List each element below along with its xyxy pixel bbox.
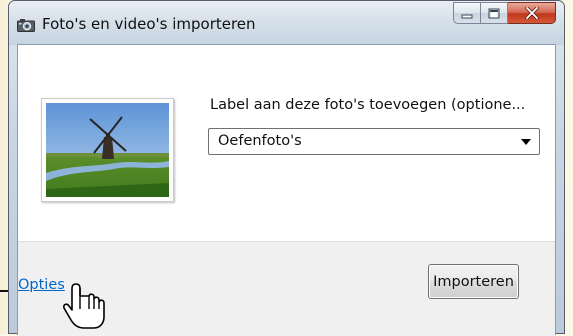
chevron-down-icon[interactable] <box>521 139 531 145</box>
options-link[interactable]: Opties <box>18 277 65 293</box>
maximize-icon <box>488 4 500 23</box>
maximize-button[interactable] <box>481 2 508 24</box>
window-controls <box>453 2 556 24</box>
windmill-photo-thumbnail <box>41 98 174 202</box>
import-button[interactable]: Importeren <box>428 264 519 299</box>
camera-icon <box>17 17 35 32</box>
windmill-photo <box>46 103 169 197</box>
title-bar[interactable]: Foto's en video's importeren <box>9 1 564 45</box>
minimize-button[interactable] <box>453 2 481 24</box>
minimize-icon <box>461 4 473 23</box>
close-button[interactable] <box>508 2 556 24</box>
window-title: Foto's en video's importeren <box>42 15 256 33</box>
tag-combobox[interactable]: Oefenfoto's <box>208 128 540 155</box>
label-prompt: Label aan deze foto's toevoegen (optione… <box>210 97 526 113</box>
close-icon <box>524 4 539 23</box>
tag-combobox-value[interactable]: Oefenfoto's <box>218 133 302 149</box>
content-panel: Label aan deze foto's toevoegen (optione… <box>18 45 555 241</box>
hand-pointer-cursor-icon <box>62 281 112 331</box>
